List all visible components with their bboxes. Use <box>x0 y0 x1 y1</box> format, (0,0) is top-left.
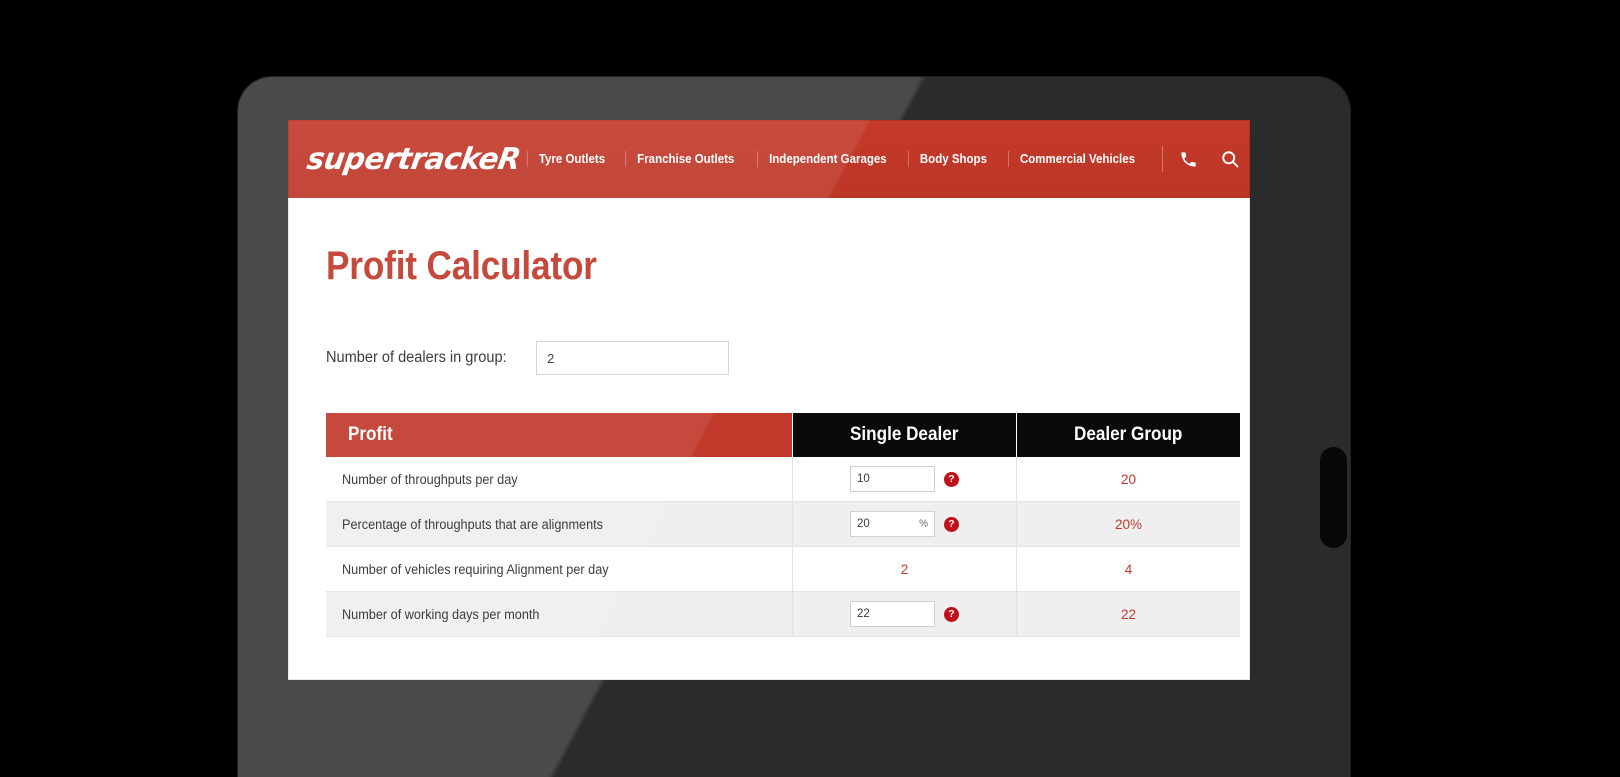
nav-item-body-shops[interactable]: Body Shops <box>907 151 998 167</box>
brand-logo[interactable]: supertrackeR <box>305 142 523 177</box>
single-dealer-cell: ? <box>792 591 1017 637</box>
dealer-group-value: 22 <box>1120 606 1137 622</box>
dealers-in-group-row: Number of dealers in group: <box>326 341 1250 375</box>
dealer-group-value: 20% <box>1114 516 1143 532</box>
row-label-cell: Number of vehicles requiring Alignment p… <box>326 546 793 592</box>
single-dealer-input[interactable] <box>850 601 935 627</box>
input-holder: % <box>850 511 935 537</box>
row-label: Number of working days per month <box>342 606 540 622</box>
dealer-group-value: 4 <box>1124 561 1133 577</box>
dealers-in-group-label: Number of dealers in group: <box>326 349 507 366</box>
single-dealer-value: 2 <box>900 561 909 577</box>
phone-icon[interactable] <box>1179 150 1198 169</box>
primary-navigation: Tyre Outlets Franchise Outlets Independe… <box>523 146 1151 172</box>
dealer-group-value: 20 <box>1120 471 1137 487</box>
single-dealer-input[interactable] <box>850 511 935 537</box>
nav-item-commercial-vehicles[interactable]: Commercial Vehicles <box>1007 151 1146 167</box>
calc-table-head: Profit Single Dealer Dealer Group <box>326 413 1240 457</box>
column-header-dealer-group: Dealer Group <box>1016 413 1240 457</box>
single-dealer-cell: 2 <box>792 546 1017 592</box>
nav-item-franchise-outlets[interactable]: Franchise Outlets <box>625 151 746 167</box>
page-content: Profit Calculator Number of dealers in g… <box>288 244 1250 637</box>
site-header: supertrackeR Tyre Outlets Franchise Outl… <box>288 120 1250 198</box>
input-holder <box>850 601 935 627</box>
dealer-group-cell: 20 <box>1016 457 1240 502</box>
column-header-profit-label: Profit <box>348 424 393 445</box>
row-label: Number of throughputs per day <box>342 471 518 487</box>
help-icon[interactable]: ? <box>944 471 959 487</box>
search-icon[interactable] <box>1220 149 1240 169</box>
dealer-group-cell: 20% <box>1016 501 1240 547</box>
calc-table-header-row: Profit Single Dealer Dealer Group <box>326 413 1240 457</box>
row-label-cell: Number of throughputs per day <box>326 457 793 502</box>
device-power-button[interactable] <box>1320 447 1347 548</box>
table-row: Number of throughputs per day? 20 <box>326 457 1240 502</box>
row-label-cell: Percentage of throughputs that are align… <box>326 501 793 547</box>
nav-item-tyre-outlets[interactable]: Tyre Outlets <box>527 151 616 167</box>
help-icon[interactable]: ? <box>944 516 959 532</box>
single-dealer-input-group: %? <box>850 511 959 537</box>
single-dealer-input-group: ? <box>850 466 959 492</box>
page-title: Profit Calculator <box>326 244 597 288</box>
single-dealer-input-group: ? <box>850 601 959 627</box>
column-header-profit: Profit <box>326 413 793 457</box>
dealers-in-group-input[interactable] <box>536 341 730 375</box>
row-label: Percentage of throughputs that are align… <box>342 516 604 532</box>
help-icon[interactable]: ? <box>944 606 959 622</box>
single-dealer-cell: ? <box>792 457 1017 502</box>
calc-table-body: Number of throughputs per day? 20 Percenta… <box>326 457 1240 637</box>
dealer-group-cell: 4 <box>1016 546 1240 592</box>
single-dealer-input[interactable] <box>850 466 935 492</box>
input-holder <box>850 466 935 492</box>
table-row: Number of vehicles requiring Alignment p… <box>326 546 1240 592</box>
nav-item-independent-garages[interactable]: Independent Garages <box>757 151 898 167</box>
tablet-screen: supertrackeR Tyre Outlets Franchise Outl… <box>288 120 1250 680</box>
row-label: Number of vehicles requiring Alignment p… <box>342 561 609 577</box>
column-header-dealer-group-label: Dealer Group <box>1074 424 1183 445</box>
column-header-single-dealer-label: Single Dealer <box>850 424 959 445</box>
column-header-single-dealer: Single Dealer <box>792 413 1017 457</box>
header-icon-group <box>1161 146 1250 172</box>
profit-calculator-table: Profit Single Dealer Dealer Group Number… <box>326 413 1240 637</box>
row-label-cell: Number of working days per month <box>326 591 793 637</box>
single-dealer-cell: %? <box>792 501 1017 547</box>
table-row: Number of working days per month? 22 <box>326 591 1240 637</box>
dealer-group-cell: 22 <box>1016 591 1240 637</box>
table-row: Percentage of throughputs that are align… <box>326 501 1240 547</box>
